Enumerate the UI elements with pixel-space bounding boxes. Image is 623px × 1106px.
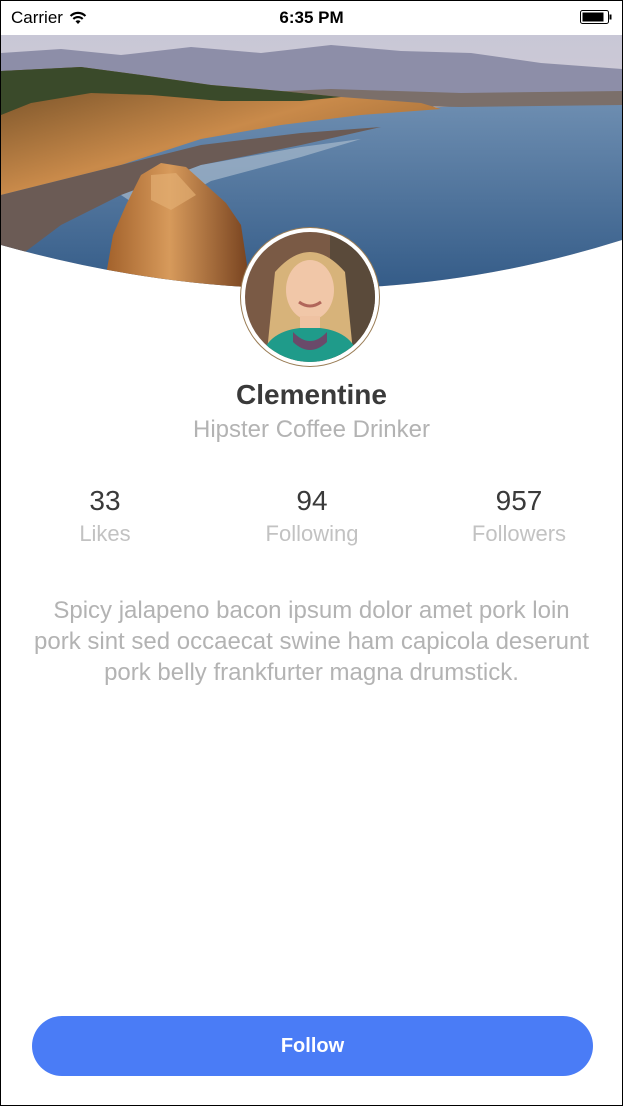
user-photo (245, 232, 375, 362)
profile-name: Clementine (236, 379, 387, 410)
stat-value: 957 (495, 485, 543, 516)
stats-row: 33 Likes 94 Following 957 Followers (1, 485, 622, 555)
stat-value: 94 (296, 485, 328, 516)
clock: 6:35 PM (279, 8, 344, 27)
carrier-info: Carrier (11, 8, 87, 28)
battery-icon (580, 10, 612, 24)
follow-button[interactable]: Follow (32, 1016, 593, 1076)
stat-following: 94 Following (222, 485, 402, 547)
stat-label: Followers (471, 521, 567, 546)
profile-screen: Carrier 6:35 PM Clementine Hipster Coffe… (0, 0, 623, 1106)
stat-label: Following (265, 521, 359, 546)
wifi-icon (69, 11, 87, 24)
stat-value: 33 (89, 485, 121, 516)
stat-label: Likes (79, 521, 131, 546)
stat-followers: 957 Followers (429, 485, 609, 547)
carrier-label: Carrier (11, 8, 63, 27)
status-bar: Carrier 6:35 PM (1, 1, 622, 35)
profile-title: Hipster Coffee Drinker (193, 416, 430, 443)
profile-bio: Spicy jalapeno bacon ipsum dolor amet po… (34, 597, 589, 686)
stat-likes: 33 Likes (15, 485, 195, 547)
avatar (241, 228, 379, 366)
